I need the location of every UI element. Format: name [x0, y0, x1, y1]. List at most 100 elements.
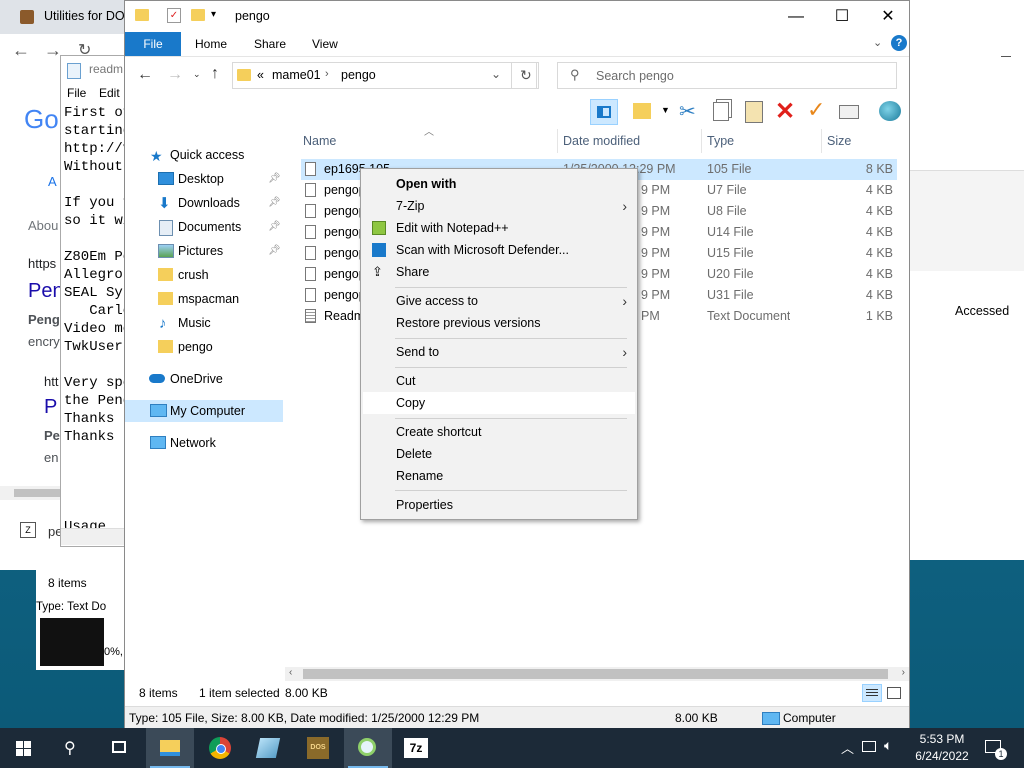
taskbar-dosbox[interactable]: DOS [294, 728, 342, 768]
menu-delete[interactable]: Delete [363, 443, 635, 465]
nav-network[interactable]: Network [125, 432, 283, 454]
page-snippet[interactable]: P [44, 396, 57, 419]
notepad-title: readm [89, 62, 124, 76]
menu-restore-versions[interactable]: Restore previous versions [363, 312, 635, 334]
address-segment-mame01[interactable]: mame01 [272, 68, 321, 82]
quick-access-chevron-icon[interactable]: ▾ [211, 9, 216, 20]
tab-view[interactable]: View [312, 37, 338, 51]
nav-mspacman[interactable]: mspacman [125, 288, 283, 310]
minimize-button[interactable]: — [773, 1, 819, 32]
menu-send-to[interactable]: Send to › [363, 341, 635, 363]
details-view-button[interactable] [862, 684, 882, 702]
volume-icon[interactable]: 🔈︎ [884, 737, 892, 754]
tab-file[interactable]: File [125, 32, 181, 56]
nav-crush[interactable]: crush [125, 264, 283, 286]
scroll-left-icon[interactable]: ‹ [289, 667, 292, 678]
select-all-icon[interactable] [839, 105, 859, 119]
menu-give-access[interactable]: Give access to › [363, 290, 635, 312]
menu-open-with[interactable]: Open with [363, 173, 635, 195]
menu-create-shortcut[interactable]: Create shortcut [363, 421, 635, 443]
task-view-button[interactable] [96, 728, 144, 768]
search-input[interactable]: Search pengo [596, 69, 674, 83]
folder-icon[interactable] [135, 9, 149, 21]
ribbon-expand-chevron-icon[interactable]: ⌄ [873, 36, 882, 49]
address-overflow[interactable]: « [257, 68, 264, 82]
taskbar-file-explorer[interactable] [146, 728, 194, 768]
recent-locations-chevron-icon[interactable]: ⌄ [193, 69, 201, 80]
close-button[interactable]: ✕ [865, 1, 911, 32]
nav-downloads[interactable]: ⬇ Downloads 📌︎ [125, 192, 283, 214]
notepad-menu-edit[interactable]: Edit [99, 86, 120, 100]
menu-edit-notepadpp[interactable]: Edit with Notepad++ [363, 217, 635, 239]
forward-icon[interactable]: → [167, 66, 183, 84]
menu-separator [395, 418, 627, 419]
address-dropdown-chevron-icon[interactable]: ⌄ [491, 67, 501, 81]
network-tray-icon[interactable] [862, 741, 876, 752]
app-notebook-icon [255, 738, 281, 758]
back-arrow-icon[interactable]: ← [12, 40, 30, 61]
taskbar-7zip[interactable]: 7z [392, 728, 440, 768]
nav-onedrive[interactable]: OneDrive [125, 368, 283, 390]
taskbar-chrome[interactable] [196, 728, 244, 768]
help-icon[interactable]: ? [891, 35, 907, 51]
properties-dropdown-icon[interactable]: ▼ [661, 105, 670, 115]
background-window-right[interactable]: Accessed [909, 0, 1024, 560]
column-header-name[interactable]: Name [303, 129, 336, 153]
notepad-text[interactable]: First of starting http://v Without If yo… [64, 104, 131, 554]
nav-my-computer[interactable]: My Computer [125, 400, 283, 422]
menu-share[interactable]: ⇪ Share [363, 261, 635, 283]
notepad-hscroll[interactable] [61, 528, 131, 545]
start-button[interactable] [0, 728, 48, 768]
rename-check-icon[interactable]: ✓ [807, 97, 825, 123]
search-box[interactable]: ⚲ Search pengo [557, 62, 897, 89]
menu-scan-defender[interactable]: Scan with Microsoft Defender... [363, 239, 635, 261]
nav-documents[interactable]: Documents 📌︎ [125, 216, 283, 238]
address-bar[interactable]: « mame01 › pengo ⌄ [232, 62, 537, 89]
back-icon[interactable]: ← [137, 66, 153, 84]
console-window[interactable] [40, 618, 104, 666]
nav-music[interactable]: ♪ Music [125, 312, 283, 334]
taskbar-app[interactable] [244, 728, 292, 768]
new-folder-icon[interactable] [191, 9, 205, 21]
minimize-icon[interactable] [1001, 56, 1011, 57]
page-snippet[interactable]: Pen [28, 280, 64, 303]
copy-icon[interactable] [713, 102, 729, 121]
preview-pane-button[interactable] [590, 99, 618, 125]
menu-properties[interactable]: Properties [363, 494, 635, 516]
column-header-type[interactable]: Type [707, 129, 734, 153]
file-list-hscroll[interactable]: ‹ › [285, 667, 909, 681]
nav-quick-access[interactable]: ★ Quick access [125, 144, 283, 166]
notepad-window[interactable]: readm File Edit First of starting http:/… [60, 55, 132, 553]
paste-icon[interactable] [745, 101, 763, 123]
nav-pengo[interactable]: pengo [125, 336, 283, 358]
notepad-menu-file[interactable]: File [67, 86, 86, 100]
system-clock[interactable]: 5:53 PM 6/24/2022 [904, 731, 980, 765]
maximize-button[interactable]: ☐ [819, 1, 865, 32]
nav-pictures[interactable]: Pictures 📌︎ [125, 240, 283, 262]
tab-share[interactable]: Share [254, 37, 286, 51]
nav-desktop[interactable]: Desktop 📌︎ [125, 168, 283, 190]
delete-icon[interactable]: ✕ [775, 97, 795, 126]
column-header-date[interactable]: Date modified [563, 129, 640, 153]
scroll-thumb[interactable] [303, 669, 888, 679]
up-icon[interactable]: ↑ [211, 65, 219, 83]
search-button[interactable]: ⚲ [48, 728, 96, 768]
show-hidden-icons-chevron-icon[interactable]: ︿ [841, 738, 854, 757]
browser-tab[interactable]: Utilities for DOS [14, 6, 133, 28]
properties-folder-icon[interactable] [633, 103, 651, 119]
column-header-size[interactable]: Size [827, 129, 851, 153]
scroll-right-icon[interactable]: › [902, 667, 905, 678]
properties-check-icon[interactable]: ✓ [167, 8, 181, 23]
address-segment-pengo[interactable]: pengo [341, 68, 376, 82]
taskbar-notepad-search[interactable] [344, 728, 392, 768]
refresh-button[interactable]: ↻ [511, 62, 539, 89]
menu-rename[interactable]: Rename [363, 465, 635, 487]
accessed-column-header[interactable]: Accessed [955, 304, 1009, 318]
cut-icon[interactable]: ✂ [679, 99, 696, 124]
large-icons-view-icon[interactable] [887, 687, 901, 699]
menu-copy[interactable]: Copy [363, 392, 635, 414]
tab-home[interactable]: Home [195, 37, 227, 51]
menu-7zip[interactable]: 7-Zip › [363, 195, 635, 217]
menu-cut[interactable]: Cut [363, 370, 635, 392]
shell-icon[interactable] [879, 101, 901, 121]
